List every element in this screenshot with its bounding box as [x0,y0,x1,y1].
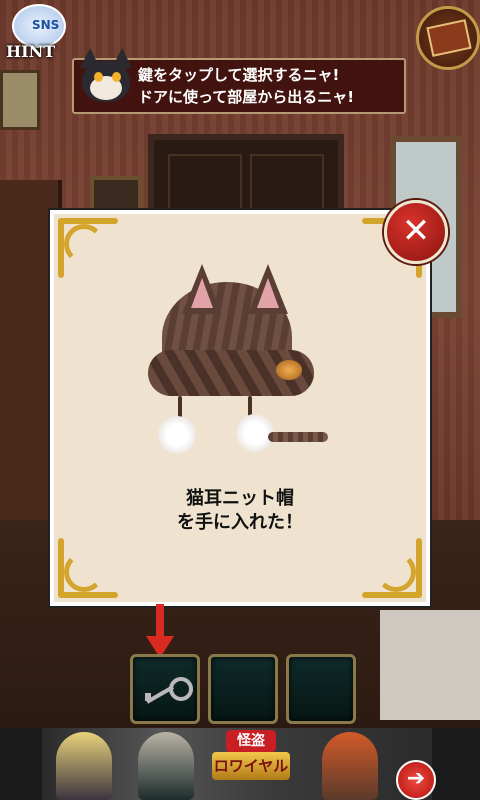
flourish-icon [64,224,104,264]
inventory-slot-1[interactable] [130,654,200,724]
banner-next-button[interactable]: ➔ [396,760,436,800]
wall-picture [0,70,40,130]
hat-tail [268,432,328,442]
cat-eye-left [94,72,103,82]
hat-ear-inner-right [257,278,279,308]
key-icon[interactable] [143,677,193,704]
close-button[interactable]: ✕ [384,200,448,264]
character-portrait [138,732,194,800]
close-icon[interactable]: ✕ [387,203,445,261]
character-portrait [56,732,112,800]
item-obtained-text: を手に入れた！ [177,512,303,533]
character-portrait [322,732,378,800]
key-tooth [145,693,151,701]
menu-book-button[interactable] [416,6,480,70]
cat-guide-avatar [76,42,136,108]
hint-button[interactable]: SNS HINT [0,0,66,62]
cat-eye-right [112,72,121,82]
logo-top-text: 怪盗 [226,730,276,752]
sns-label: SNS [32,18,60,32]
hint-label: HINT [6,42,56,61]
pompom-left [158,416,196,454]
arrow-shaft [156,604,164,640]
inventory-slot-2[interactable] [208,654,278,724]
flower-icon [276,360,302,380]
book-icon [426,19,472,57]
rug [380,610,480,720]
cat-ear-knit-hat-icon [148,264,328,464]
hat-ear-inner-left [191,278,213,308]
message-line-2: ドアに使って部屋から出るニャ! [138,88,355,106]
flourish-icon [376,552,416,592]
logo-main-text: ロワイヤル [212,752,290,780]
flourish-icon [64,552,104,592]
game-logo: 怪盗 ロワイヤル [208,728,294,800]
inventory-slot-3[interactable] [286,654,356,724]
item-name: 猫耳ニット帽 [186,488,294,509]
message-line-1: 鍵をタップして選択するニャ! [138,66,340,84]
